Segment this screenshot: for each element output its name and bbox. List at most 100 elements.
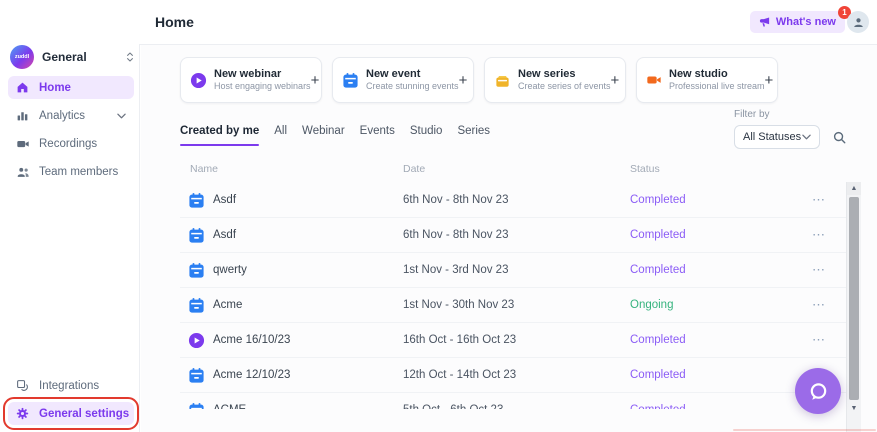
sidebar: zuddl General Home Analytics Recordings Tea…: [0, 0, 140, 432]
chat-widget-button[interactable]: [795, 368, 841, 414]
status-badge: Completed: [630, 194, 686, 206]
event-name: Asdf: [213, 194, 236, 206]
card-title: New studio: [669, 67, 765, 81]
sidebar-item-home[interactable]: Home: [8, 76, 134, 99]
sidebar-item-label: Team members: [39, 166, 118, 178]
webinar-play-icon: [190, 72, 207, 89]
user-avatar[interactable]: [847, 11, 869, 33]
analytics-icon: [16, 109, 31, 122]
tab-events[interactable]: Events: [360, 125, 395, 146]
new-webinar-card[interactable]: New webinarHost engaging webinars+: [180, 57, 322, 103]
status-badge: Completed: [630, 369, 686, 381]
sort-chevrons-icon: [126, 51, 134, 63]
event-date: 5th Oct - 6th Oct 23: [403, 404, 503, 409]
more-options-icon[interactable]: ⋯: [812, 332, 826, 348]
main-content: New webinarHost engaging webinars+New ev…: [141, 45, 877, 432]
card-text: New studioProfessional live stream: [669, 67, 765, 93]
event-calendar-icon: [188, 227, 205, 244]
workspace-avatar: zuddl: [10, 45, 34, 69]
event-name: qwerty: [213, 264, 247, 276]
more-options-icon[interactable]: ⋯: [812, 192, 826, 208]
event-date: 12th Oct - 14th Oct 23: [403, 369, 516, 381]
event-calendar-icon: [188, 367, 205, 384]
new-series-card[interactable]: New seriesCreate series of events+: [484, 57, 626, 103]
whats-new-button[interactable]: What's new 1: [750, 11, 845, 33]
whats-new-label: What's new: [776, 16, 836, 28]
plus-icon[interactable]: +: [765, 73, 774, 88]
event-calendar-icon: [188, 297, 205, 314]
column-header-date: Date: [403, 163, 425, 175]
event-date: 1st Nov - 30th Nov 23: [403, 299, 514, 311]
event-name: Acme: [213, 299, 242, 311]
recordings-icon: [16, 137, 31, 151]
chat-bubble-icon: [808, 381, 829, 402]
sidebar-item-label: Integrations: [39, 380, 99, 392]
table-scrollbar[interactable]: ▲ ▼: [846, 182, 861, 432]
card-title: New webinar: [214, 67, 311, 81]
creation-cards: New webinarHost engaging webinars+New ev…: [180, 57, 778, 103]
event-name: Acme 12/10/23: [213, 369, 290, 381]
status-badge: Completed: [630, 404, 686, 409]
workspace-selector[interactable]: zuddl General: [10, 43, 134, 70]
user-avatar-icon: [852, 16, 865, 29]
card-subtitle: Host engaging webinars: [214, 81, 311, 93]
tab-webinar[interactable]: Webinar: [302, 125, 345, 146]
scrollbar-up-arrow[interactable]: ▲: [847, 182, 861, 195]
status-badge: Completed: [630, 334, 686, 346]
event-calendar-icon: [188, 262, 205, 279]
tab-series[interactable]: Series: [457, 125, 490, 146]
more-options-icon[interactable]: ⋯: [812, 262, 826, 278]
zuddl-dashboard: zuddl Home What's new 1 zudd: [0, 0, 877, 432]
new-event-card[interactable]: New eventCreate stunning events+: [332, 57, 474, 103]
workspace-name: General: [42, 50, 87, 64]
sidebar-item-analytics[interactable]: Analytics: [8, 104, 134, 127]
event-name: Asdf: [213, 229, 236, 241]
plus-icon[interactable]: +: [611, 73, 620, 88]
sidebar-item-integrations[interactable]: Integrations: [8, 374, 134, 397]
more-options-icon[interactable]: ⋯: [812, 227, 826, 243]
sidebar-item-recordings[interactable]: Recordings: [8, 132, 134, 155]
event-calendar-icon: [342, 72, 359, 89]
status-badge: Completed: [630, 229, 686, 241]
status-badge: Completed: [630, 264, 686, 276]
event-date: 1st Nov - 3rd Nov 23: [403, 264, 508, 276]
sidebar-item-team-members[interactable]: Team members: [8, 160, 134, 183]
page-title: Home: [155, 14, 194, 30]
filter-by-label: Filter by: [734, 109, 770, 120]
card-text: New webinarHost engaging webinars: [214, 67, 311, 93]
plus-icon[interactable]: +: [311, 73, 320, 88]
status-badge: Ongoing: [630, 299, 673, 311]
chevron-down-icon: [117, 113, 126, 119]
more-options-icon[interactable]: ⋯: [812, 297, 826, 313]
tab-studio[interactable]: Studio: [410, 125, 443, 146]
table-row: Acme 1st Nov - 30th Nov 23 Ongoing ⋯: [180, 288, 846, 323]
partial-annotation-line: [733, 429, 876, 431]
events-table: NameDateStatus Asdf6th Nov - 8th Nov 23C…: [180, 163, 846, 409]
table-header: NameDateStatus: [180, 163, 846, 177]
event-calendar-icon: [188, 402, 205, 409]
tab-all[interactable]: All: [274, 125, 287, 146]
event-name: Acme 16/10/23: [213, 334, 290, 346]
webinar-play-icon: [188, 332, 205, 349]
sidebar-item-label: Home: [39, 82, 71, 94]
new-studio-card[interactable]: New studioProfessional live stream+: [636, 57, 778, 103]
tab-created-by-me[interactable]: Created by me: [180, 125, 259, 146]
chevron-down-icon: [802, 134, 811, 140]
status-filter-select[interactable]: All Statuses: [734, 125, 820, 149]
card-subtitle: Professional live stream: [669, 81, 765, 93]
card-title: New series: [518, 67, 611, 81]
studio-camera-icon: [646, 72, 662, 88]
sidebar-item-general-settings[interactable]: General settings: [8, 402, 134, 425]
plus-icon[interactable]: +: [459, 73, 468, 88]
event-name: ACME: [213, 404, 246, 409]
card-subtitle: Create stunning events: [366, 81, 459, 93]
scrollbar-thumb[interactable]: [849, 197, 859, 400]
table-row: qwerty 1st Nov - 3rd Nov 23 Completed ⋯: [180, 253, 846, 288]
table-row: Asdf6th Nov - 8th Nov 23Completed⋯: [180, 183, 846, 218]
megaphone-icon: [759, 16, 771, 28]
card-text: New eventCreate stunning events: [366, 67, 459, 93]
table-row: Acme 12/10/23 12th Oct - 14th Oct 23 Compl…: [180, 358, 846, 393]
scrollbar-down-arrow[interactable]: ▼: [847, 402, 861, 415]
series-icon: [494, 72, 511, 89]
search-icon[interactable]: [832, 130, 847, 145]
